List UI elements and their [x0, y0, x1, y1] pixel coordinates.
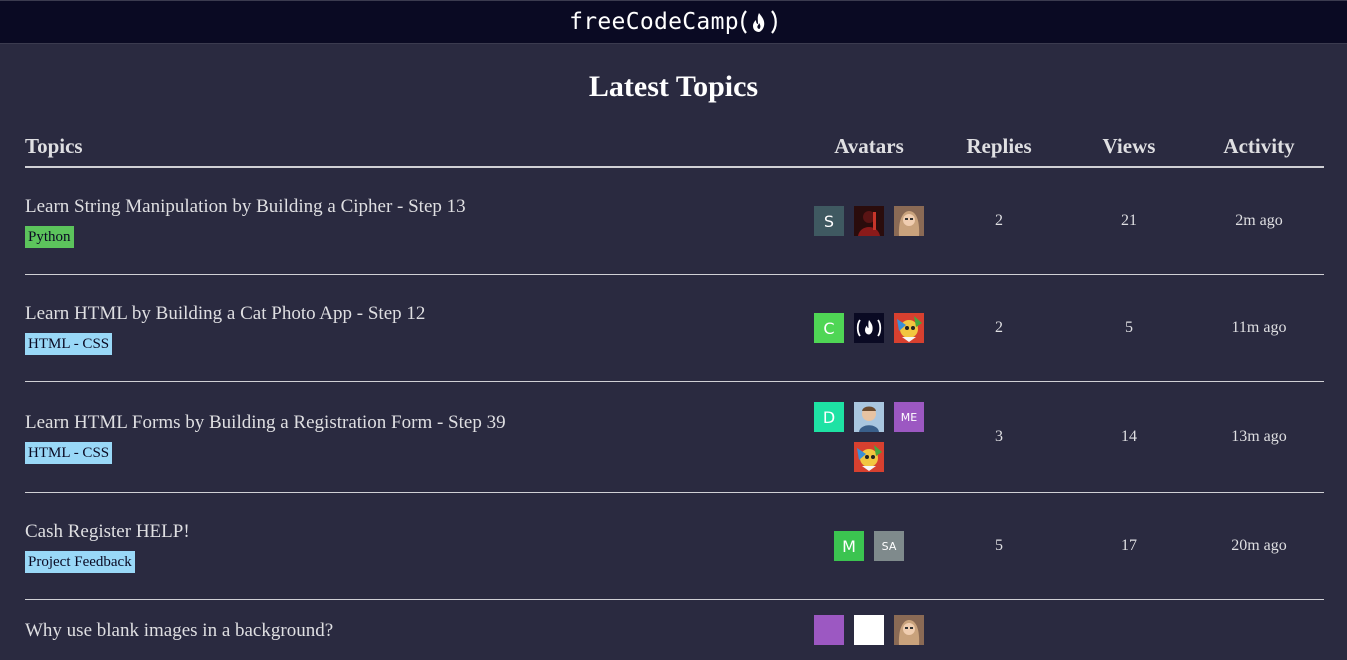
activity-time[interactable]: 20m ago	[1194, 537, 1324, 555]
topic-title-link[interactable]: Learn String Manipulation by Building a …	[25, 196, 804, 218]
views-count: 21	[1121, 212, 1137, 229]
views-count: 17	[1121, 537, 1137, 554]
topic-cell: Learn String Manipulation by Building a …	[25, 194, 804, 248]
table-body: Learn String Manipulation by Building a …	[25, 168, 1324, 660]
topic-title-link[interactable]: Learn HTML Forms by Building a Registrat…	[25, 412, 804, 434]
avatar[interactable]	[854, 402, 884, 432]
avatar[interactable]	[894, 313, 924, 343]
avatars-cell: C	[804, 313, 934, 343]
avatar-group	[804, 615, 934, 645]
top-navbar: freeCodeCamp	[0, 0, 1347, 44]
topic-title-link[interactable]: Cash Register HELP!	[25, 521, 804, 543]
table-row: Learn HTML Forms by Building a Registrat…	[25, 382, 1324, 493]
replies-count: 2	[995, 212, 1003, 229]
topic-cell: Why use blank images in a background?	[25, 618, 804, 642]
topics-table: Topics Avatars Replies Views Activity Le…	[25, 126, 1324, 660]
topic-title-link[interactable]: Learn HTML by Building a Cat Photo App -…	[25, 303, 804, 325]
brand-logo[interactable]: freeCodeCamp	[569, 9, 778, 35]
avatar[interactable]: M	[834, 531, 864, 561]
replies-count: 3	[995, 428, 1003, 445]
views-count: 5	[1125, 319, 1133, 336]
avatar[interactable]: D	[814, 402, 844, 432]
activity-time[interactable]: 2m ago	[1194, 212, 1324, 230]
avatar[interactable]: C	[814, 313, 844, 343]
header-replies: Replies	[966, 133, 1032, 158]
avatars-cell: S	[804, 206, 934, 236]
topic-cell: Cash Register HELP! Project Feedback	[25, 519, 804, 573]
activity-time[interactable]: 11m ago	[1194, 319, 1324, 337]
avatar-group: C	[804, 313, 934, 343]
avatar[interactable]	[814, 615, 844, 645]
table-row: Learn HTML by Building a Cat Photo App -…	[25, 275, 1324, 382]
avatar[interactable]: S	[814, 206, 844, 236]
topic-tag[interactable]: Project Feedback	[25, 551, 135, 573]
avatar[interactable]: SA	[874, 531, 904, 561]
topic-title-link[interactable]: Why use blank images in a background?	[25, 620, 804, 642]
topic-tag[interactable]: HTML - CSS	[25, 333, 113, 355]
avatars-cell: M SA	[804, 531, 934, 561]
avatar-group: M SA	[804, 531, 934, 561]
replies-count: 5	[995, 537, 1003, 554]
topic-cell: Learn HTML by Building a Cat Photo App -…	[25, 301, 804, 355]
header-views: Views	[1102, 133, 1156, 158]
avatar[interactable]	[854, 615, 884, 645]
replies-count: 2	[995, 319, 1003, 336]
avatar-group: D ME	[804, 402, 934, 472]
header-activity: Activity	[1223, 133, 1295, 158]
avatars-cell	[804, 615, 934, 645]
avatar[interactable]: ME	[894, 402, 924, 432]
brand-text: freeCodeCamp	[569, 9, 739, 35]
header-avatars: Avatars	[834, 133, 904, 158]
activity-time[interactable]: 13m ago	[1194, 428, 1324, 446]
topic-cell: Learn HTML Forms by Building a Registrat…	[25, 410, 804, 464]
freecodecamp-avatar-icon[interactable]	[854, 313, 884, 343]
topic-tag[interactable]: Python	[25, 226, 74, 248]
avatar[interactable]	[894, 615, 924, 645]
header-topics: Topics	[25, 133, 83, 158]
flame-icon	[741, 10, 777, 34]
views-count: 14	[1121, 428, 1137, 445]
avatar[interactable]	[854, 206, 884, 236]
avatar[interactable]	[894, 206, 924, 236]
avatar-group: S	[804, 206, 934, 236]
page-title: Latest Topics	[588, 70, 759, 103]
table-header: Topics Avatars Replies Views Activity	[25, 126, 1324, 168]
table-row: Learn String Manipulation by Building a …	[25, 168, 1324, 275]
table-row: Cash Register HELP! Project Feedback M SA 5 1…	[25, 493, 1324, 600]
table-row: Why use blank images in a background?	[25, 600, 1324, 660]
avatar[interactable]	[854, 442, 884, 472]
avatars-cell: D ME	[804, 402, 934, 472]
topic-tag[interactable]: HTML - CSS	[25, 442, 113, 464]
